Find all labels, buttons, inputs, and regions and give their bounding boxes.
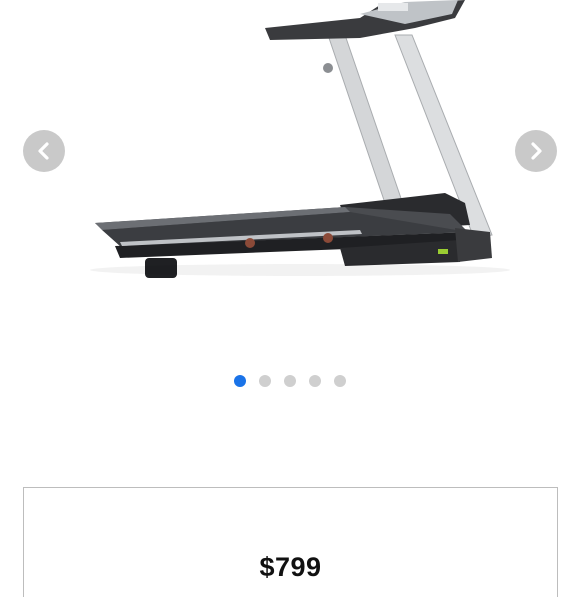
- product-image-treadmill: [90, 0, 510, 278]
- price-card: $799: [23, 487, 558, 597]
- carousel-next-button[interactable]: [515, 130, 557, 172]
- chevron-right-icon: [531, 142, 542, 160]
- carousel-dot-3[interactable]: [284, 375, 296, 387]
- carousel-dot-4[interactable]: [309, 375, 321, 387]
- chevron-left-icon: [38, 142, 49, 160]
- carousel-dot-1[interactable]: [234, 375, 246, 387]
- carousel-prev-button[interactable]: [23, 130, 65, 172]
- carousel-dot-2[interactable]: [259, 375, 271, 387]
- carousel-pagination: [0, 375, 580, 389]
- product-image-carousel[interactable]: [0, 0, 580, 400]
- carousel-dot-5[interactable]: [334, 375, 346, 387]
- product-price: $799: [259, 552, 322, 582]
